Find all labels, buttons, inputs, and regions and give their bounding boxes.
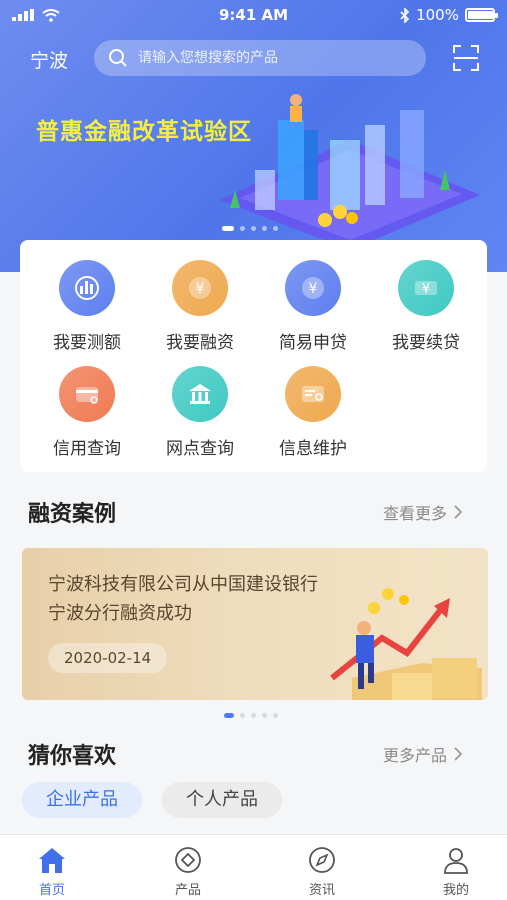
tab-label: 产品 <box>174 883 201 898</box>
quick-actions-card: 我要测额 ¥ 我要融资 ¥ 简易申贷 ¥ 我要续贷信用查询 网点查询 信息维护 <box>20 240 487 472</box>
bank-icon <box>172 366 228 422</box>
quick-action-1[interactable]: 我要测额 <box>32 260 142 356</box>
chevron-right-icon <box>454 747 463 761</box>
wifi-icon <box>42 8 60 22</box>
pagination-dot <box>251 713 256 718</box>
case-pagination <box>224 713 278 718</box>
signal-icon <box>12 9 34 21</box>
tab-label: 首页 <box>38 883 65 898</box>
city-selector[interactable]: 宁波 <box>30 46 68 73</box>
pagination-dot <box>240 226 245 231</box>
banner-pagination <box>222 226 278 231</box>
quick-action-4[interactable]: ¥ 我要续贷 <box>371 260 481 356</box>
more-products-link[interactable]: 更多产品 <box>383 742 463 766</box>
info-card-icon <box>285 366 341 422</box>
status-time: 9:41 AM <box>218 6 289 24</box>
quick-action-label: 我要测额 <box>53 333 121 353</box>
tab-personal-products[interactable]: 个人产品 <box>162 782 282 818</box>
quick-action-label: 信息维护 <box>279 439 347 459</box>
chevron-right-icon <box>454 505 463 519</box>
bluetooth-icon <box>400 7 410 23</box>
pagination-dot <box>262 713 267 718</box>
svg-text:¥: ¥ <box>422 282 430 297</box>
tab-products[interactable]: 产品 <box>148 845 228 898</box>
financing-case-card[interactable]: 宁波科技有限公司从中国建设银行 宁波分行融资成功 2020-02-14 <box>22 548 488 700</box>
bottom-tab-bar: 首页 产品 资讯 我的 <box>0 834 507 900</box>
svg-text:¥: ¥ <box>309 281 318 297</box>
tab-label: 我的 <box>442 883 469 898</box>
scan-icon[interactable] <box>452 44 480 72</box>
battery-percent: 100% <box>416 6 459 24</box>
tab-mine[interactable]: 我的 <box>416 845 496 898</box>
quick-action-label: 网点查询 <box>166 439 234 459</box>
quick-action-6[interactable]: 网点查询 <box>145 366 255 462</box>
more-label: 更多产品 <box>383 746 448 765</box>
tab-label: 资讯 <box>308 883 335 898</box>
chart-icon <box>59 260 115 316</box>
financing-cases-title: 融资案例 <box>28 502 117 527</box>
pagination-dot <box>240 713 245 718</box>
quick-action-7[interactable]: 信息维护 <box>258 366 368 462</box>
quick-action-label: 简易申贷 <box>279 333 347 353</box>
quick-action-5[interactable]: 信用查询 <box>32 366 142 462</box>
quick-action-2[interactable]: ¥ 我要融资 <box>145 260 255 356</box>
quick-action-label: 我要续贷 <box>392 333 460 353</box>
hero-banner: 9:41 AM 100% 宁波 普惠金融改革试验区 <box>0 0 507 272</box>
yuan-coin-icon: ¥ <box>285 260 341 316</box>
yuan-coin-icon: ¥ <box>172 260 228 316</box>
search-bar[interactable] <box>94 40 426 76</box>
growth-illustration <box>330 588 482 700</box>
battery-icon <box>464 8 498 22</box>
tab-news[interactable]: 资讯 <box>282 845 362 898</box>
quick-action-3[interactable]: ¥ 简易申贷 <box>258 260 368 356</box>
more-label: 查看更多 <box>383 504 448 523</box>
recommend-title: 猜你喜欢 <box>28 744 117 769</box>
tab-home[interactable]: 首页 <box>12 845 92 898</box>
product-icon <box>175 847 201 873</box>
status-bar: 9:41 AM 100% <box>0 0 507 30</box>
compass-icon <box>309 847 335 873</box>
financing-cases-more-link[interactable]: 查看更多 <box>383 500 463 524</box>
tab-enterprise-products[interactable]: 企业产品 <box>22 782 142 818</box>
svg-text:¥: ¥ <box>196 281 205 297</box>
search-input[interactable] <box>138 50 398 66</box>
pagination-dot <box>224 713 234 718</box>
pagination-dot <box>273 713 278 718</box>
case-date: 2020-02-14 <box>48 643 168 673</box>
quick-action-label: 信用查询 <box>53 439 121 459</box>
yuan-card-icon: ¥ <box>398 260 454 316</box>
pagination-dot <box>251 226 256 231</box>
credit-card-icon <box>59 366 115 422</box>
city-illustration <box>220 94 480 250</box>
pagination-dot <box>273 226 278 231</box>
pagination-dot <box>222 226 234 231</box>
search-icon <box>109 49 127 67</box>
quick-action-label: 我要融资 <box>166 333 234 353</box>
home-icon <box>39 848 65 873</box>
user-icon <box>444 848 468 874</box>
pagination-dot <box>262 226 267 231</box>
